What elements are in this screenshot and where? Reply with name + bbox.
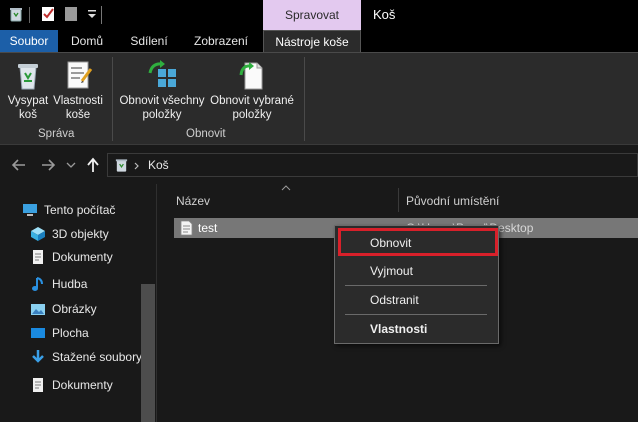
breadcrumb-chevron-icon[interactable]	[134, 162, 140, 170]
customize-dropdown-icon[interactable]	[84, 6, 100, 22]
restore-selected-button[interactable]: Obnovit vybrané položky	[206, 59, 298, 122]
restore-all-icon	[148, 60, 176, 87]
new-folder-icon[interactable]	[63, 6, 79, 22]
group-label-manage: Správa	[38, 128, 75, 140]
menu-item-cut[interactable]: Vyjmout	[336, 259, 497, 283]
nav-item-label: Stažené soubory	[52, 350, 143, 364]
nav-item-3d-objects[interactable]: 3D objekty	[30, 224, 109, 244]
tab-file[interactable]: Soubor	[0, 30, 58, 52]
text-file-icon	[180, 220, 193, 236]
breadcrumb-current[interactable]: Koš	[148, 158, 169, 172]
restore-all-label: Obnovit všechny položky	[119, 95, 205, 121]
nav-item-label: Dokumenty	[52, 378, 113, 392]
nav-pane-scrollbar[interactable]	[141, 284, 155, 422]
document-icon	[33, 250, 43, 264]
title-bar: Spravovat Koš	[0, 0, 638, 30]
nav-item-documents[interactable]: Dokumenty	[30, 247, 113, 267]
empty-recycle-bin-label: Vysypat koš	[7, 95, 49, 121]
recycle-bin-icon[interactable]	[8, 6, 24, 22]
nav-item-pictures[interactable]: Obrázky	[30, 299, 97, 319]
window-title: Koš	[373, 7, 396, 22]
download-icon	[32, 350, 44, 363]
nav-item-downloads[interactable]: Stažené soubory	[30, 347, 142, 367]
file-name: test	[198, 221, 218, 235]
column-header-original-location[interactable]: Původní umístění	[406, 194, 499, 208]
menu-separator	[345, 285, 487, 286]
tab-share[interactable]: Sdílení	[118, 30, 180, 52]
document-icon	[33, 378, 43, 392]
tab-recycle-bin-tools[interactable]: Nástroje koše	[263, 30, 361, 52]
empty-recycle-bin-button[interactable]: Vysypat koš	[5, 59, 51, 122]
qa-divider	[29, 7, 30, 23]
nav-item-desktop[interactable]: Plocha	[30, 323, 89, 343]
restore-all-button[interactable]: Obnovit všechny položky	[116, 59, 208, 122]
desktop-icon	[31, 328, 45, 338]
forward-arrow-icon[interactable]	[40, 158, 56, 172]
ribbon-tabs: Soubor Domů Sdílení Zobrazení Nástroje k…	[0, 30, 638, 52]
nav-item-label: Tento počítač	[44, 203, 116, 217]
nav-item-this-pc[interactable]: Tento počítač	[22, 200, 115, 220]
restore-selected-label: Obnovit vybrané položky	[210, 95, 294, 121]
tab-manage[interactable]: Spravovat	[263, 0, 361, 30]
menu-separator	[345, 314, 487, 315]
menu-item-properties[interactable]: Vlastnosti	[336, 317, 497, 341]
nav-item-label: Plocha	[52, 326, 89, 340]
recycle-bin-properties-icon	[67, 61, 93, 89]
recycle-bin-properties-button[interactable]: Vlastnosti koše	[50, 59, 106, 122]
navigation-pane: Tento počítač 3D objekty Dokumenty Hudba…	[0, 184, 156, 422]
address-bar[interactable]: Koš	[107, 153, 638, 177]
tab-view[interactable]: Zobrazení	[183, 30, 259, 52]
ribbon: Vysypat koš Vlastnosti koše Správa Obnov…	[0, 52, 638, 145]
restore-highlight-box	[338, 228, 498, 256]
nav-item-music[interactable]: Hudba	[30, 274, 87, 294]
column-header-name[interactable]: Název	[176, 194, 210, 208]
recycle-bin-icon	[115, 159, 128, 172]
computer-icon	[23, 204, 37, 216]
music-icon	[32, 277, 43, 291]
nav-item-label: Obrázky	[52, 302, 97, 316]
nav-item-label: Hudba	[52, 277, 88, 291]
pictures-icon	[31, 304, 45, 315]
menu-item-delete[interactable]: Odstranit	[336, 288, 497, 312]
up-arrow-icon[interactable]	[86, 157, 100, 173]
ribbon-separator	[304, 57, 305, 141]
tab-home[interactable]: Domů	[58, 30, 116, 52]
column-divider[interactable]	[398, 188, 399, 212]
recycle-bin-properties-label: Vlastnosti koše	[53, 95, 103, 121]
restore-selected-icon	[239, 62, 263, 90]
recent-dropdown-icon[interactable]	[66, 162, 76, 168]
cube-icon	[31, 227, 45, 241]
properties-check-icon[interactable]	[40, 6, 56, 22]
navigation-bar: Koš	[0, 146, 638, 184]
group-label-restore: Obnovit	[186, 128, 226, 140]
ribbon-separator	[112, 57, 113, 141]
back-arrow-icon[interactable]	[11, 158, 27, 172]
nav-item-label: Dokumenty	[52, 250, 113, 264]
sort-ascending-icon	[281, 185, 291, 191]
nav-item-label: 3D objekty	[52, 227, 109, 241]
empty-recycle-bin-icon	[18, 64, 38, 90]
nav-item-documents[interactable]: Dokumenty	[30, 375, 113, 395]
qa-divider	[101, 6, 102, 24]
